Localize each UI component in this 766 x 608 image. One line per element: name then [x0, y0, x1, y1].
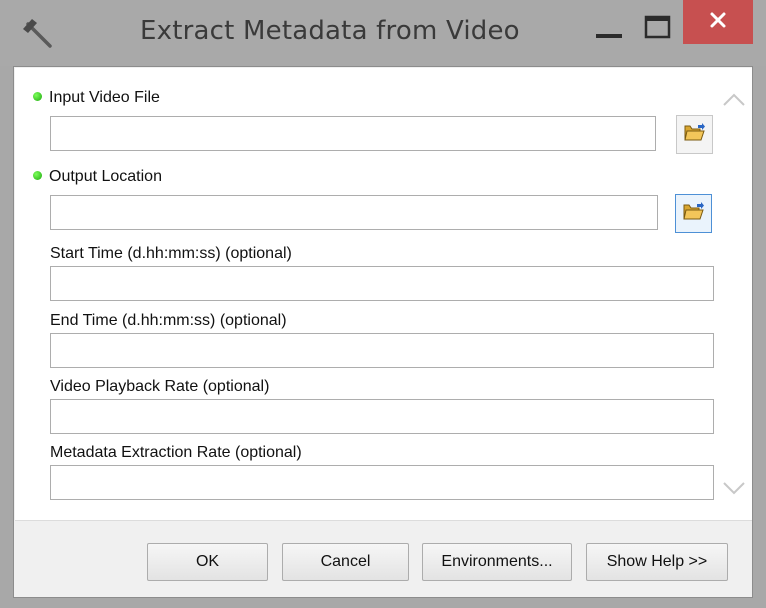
parameters-panel: Input Video File Output Location Start T…	[15, 68, 752, 520]
show-help-button[interactable]: Show Help >>	[586, 543, 728, 581]
required-indicator	[33, 171, 42, 180]
close-button[interactable]	[683, 0, 753, 44]
cancel-button[interactable]: Cancel	[282, 543, 409, 581]
tool-dialog-window: Extract Metadata from Video Input Video …	[0, 0, 766, 608]
title-bar[interactable]: Extract Metadata from Video	[0, 0, 766, 66]
input-video-browse-button[interactable]	[676, 115, 713, 154]
window-title: Extract Metadata from Video	[140, 16, 520, 46]
maximize-icon[interactable]	[640, 14, 674, 44]
chevron-down-icon[interactable]	[719, 476, 749, 500]
required-indicator	[33, 92, 42, 101]
start-time-label: Start Time (d.hh:mm:ss) (optional)	[50, 245, 292, 262]
end-time-field[interactable]	[50, 333, 714, 368]
environments-button[interactable]: Environments...	[422, 543, 572, 581]
output-location-field[interactable]	[50, 195, 658, 230]
end-time-label: End Time (d.hh:mm:ss) (optional)	[50, 312, 287, 329]
hammer-icon	[18, 14, 58, 54]
metadata-extraction-rate-field[interactable]	[50, 465, 714, 500]
open-folder-icon	[683, 122, 706, 147]
metadata-extraction-rate-label: Metadata Extraction Rate (optional)	[50, 444, 302, 461]
output-location-browse-button[interactable]	[675, 194, 712, 233]
input-video-file-label: Input Video File	[49, 89, 160, 106]
close-icon	[708, 10, 728, 35]
minimize-icon[interactable]	[592, 16, 628, 46]
video-playback-rate-label: Video Playback Rate (optional)	[50, 378, 270, 395]
start-time-field[interactable]	[50, 266, 714, 301]
input-video-file-field[interactable]	[50, 116, 656, 151]
video-playback-rate-field[interactable]	[50, 399, 714, 434]
chevron-up-icon[interactable]	[719, 88, 749, 112]
ok-button[interactable]: OK	[147, 543, 268, 581]
output-location-label: Output Location	[49, 168, 162, 185]
open-folder-icon	[682, 201, 705, 226]
